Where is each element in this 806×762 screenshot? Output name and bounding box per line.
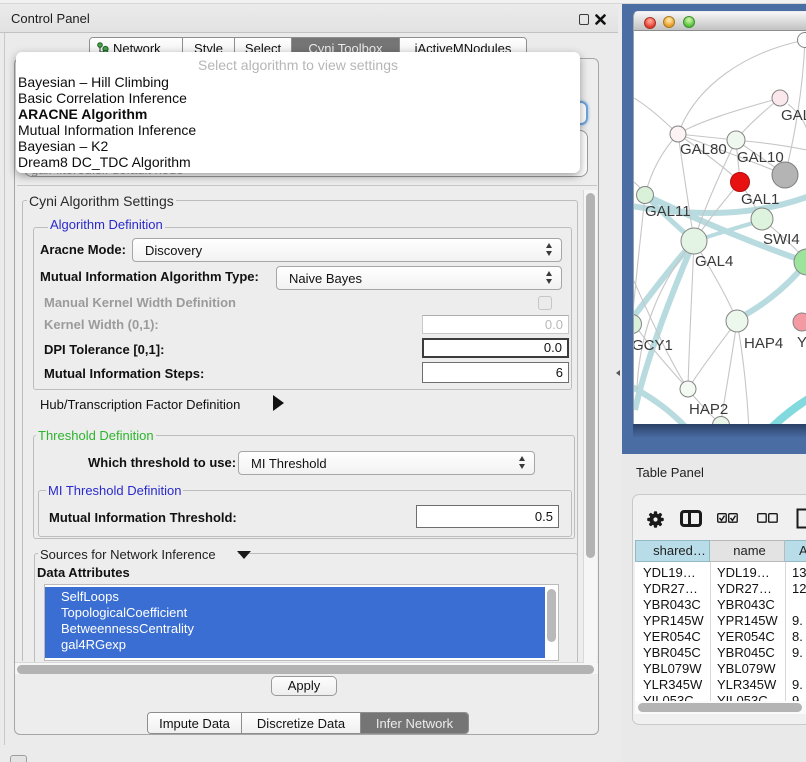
svg-text:Y: Y bbox=[797, 334, 806, 351]
svg-text:GAL11: GAL11 bbox=[645, 203, 691, 220]
svg-text:GCY1: GCY1 bbox=[634, 337, 673, 354]
svg-text:GAL7: GAL7 bbox=[781, 107, 806, 124]
svg-text:GAL4: GAL4 bbox=[695, 253, 733, 270]
svg-text:GAL1: GAL1 bbox=[741, 191, 779, 208]
svg-text:GAL80: GAL80 bbox=[680, 141, 727, 158]
svg-text:SWI4: SWI4 bbox=[763, 231, 800, 248]
svg-text:HAP2: HAP2 bbox=[689, 401, 728, 418]
svg-text:GAL10: GAL10 bbox=[737, 149, 784, 166]
svg-text:HAP4: HAP4 bbox=[744, 335, 783, 352]
